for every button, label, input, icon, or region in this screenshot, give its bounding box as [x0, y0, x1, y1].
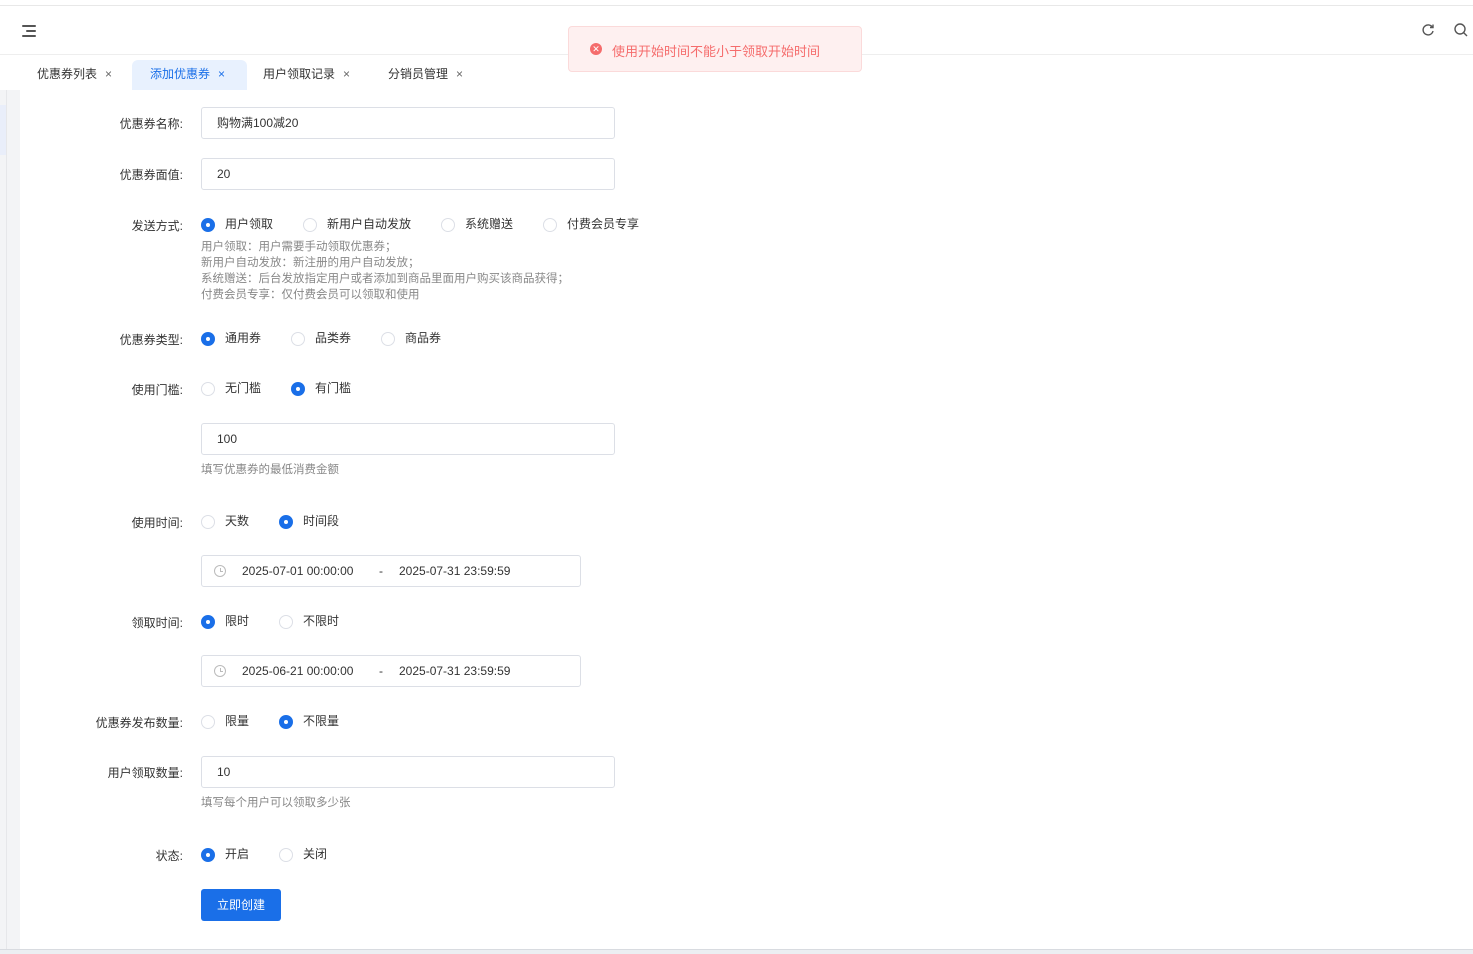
- receive-start-date: 2025-06-21 00:00:00: [242, 664, 354, 678]
- issue-quantity-label: 优惠券发布数量:: [95, 716, 183, 730]
- tab-coupon-list[interactable]: 优惠券列表 ×: [19, 60, 112, 90]
- bottom-border: [0, 949, 1473, 954]
- radio-unlimited-time[interactable]: 不限时: [279, 614, 339, 630]
- coupon-type-label: 优惠券类型:: [119, 333, 183, 347]
- clock-icon: [214, 665, 226, 677]
- use-end-date: 2025-07-31 23:59:59: [399, 564, 511, 578]
- radio-no-threshold[interactable]: 无门槛: [201, 381, 261, 397]
- tab-label: 分销员管理: [388, 67, 449, 81]
- range-separator: -: [379, 564, 383, 578]
- radio-general[interactable]: 通用券: [201, 331, 261, 347]
- clock-icon: [214, 565, 226, 577]
- radio-days[interactable]: 天数: [201, 514, 249, 530]
- tab-close-icon[interactable]: ×: [456, 67, 463, 81]
- face-value-label: 优惠券面值:: [119, 168, 183, 182]
- error-toast: ✕ 使用开始时间不能小于领取开始时间: [568, 26, 862, 72]
- face-value-input[interactable]: 20: [201, 158, 615, 190]
- send-hint-3: 系统赠送：后台发放指定用户或者添加到商品里面用户购买该商品获得；: [201, 273, 569, 285]
- status-label: 状态:: [155, 849, 183, 863]
- radio-new-user-auto[interactable]: 新用户自动发放: [303, 217, 411, 233]
- tab-close-icon[interactable]: ×: [105, 67, 112, 81]
- menu-toggle-icon[interactable]: [22, 25, 36, 37]
- radio-paid-member[interactable]: 付费会员专享: [543, 217, 639, 233]
- radio-user-claim[interactable]: 用户领取: [201, 217, 273, 233]
- range-separator: -: [379, 664, 383, 678]
- tab-close-icon[interactable]: ×: [343, 67, 350, 81]
- radio-category[interactable]: 品类券: [291, 331, 351, 347]
- radio-limited-time[interactable]: 限时: [201, 614, 249, 630]
- radio-limited-qty[interactable]: 限量: [201, 714, 249, 730]
- create-button[interactable]: 立即创建: [201, 889, 281, 921]
- threshold-hint: 填写优惠券的最低消费金额: [201, 464, 339, 476]
- radio-label: 新用户自动发放: [327, 217, 412, 231]
- radio-unlimited-qty[interactable]: 不限量: [279, 714, 339, 730]
- tab-add-coupon[interactable]: 添加优惠券 ×: [132, 60, 247, 90]
- refresh-icon[interactable]: [1420, 22, 1436, 38]
- radio-system-gift[interactable]: 系统赠送: [441, 217, 513, 233]
- radio-has-threshold[interactable]: 有门槛: [291, 381, 351, 397]
- error-icon: ✕: [590, 43, 602, 55]
- search-icon[interactable]: [1453, 22, 1469, 38]
- radio-enabled[interactable]: 开启: [201, 847, 249, 863]
- radio-product[interactable]: 商品券: [381, 331, 441, 347]
- threshold-amount-input[interactable]: 100: [201, 423, 615, 455]
- send-hint-1: 用户领取：用户需要手动领取优惠券；: [201, 241, 397, 253]
- use-time-label: 使用时间:: [131, 516, 183, 530]
- radio-label: 付费会员专享: [567, 217, 640, 231]
- toast-message: 使用开始时间不能小于领取开始时间: [612, 44, 821, 59]
- tab-label: 用户领取记录: [263, 67, 336, 81]
- send-hint-4: 付费会员专享：仅付费会员可以领取和使用: [201, 289, 420, 301]
- per-user-hint: 填写每个用户可以领取多少张: [201, 797, 351, 809]
- per-user-label: 用户领取数量:: [107, 766, 183, 780]
- threshold-label: 使用门槛:: [131, 383, 183, 397]
- tab-close-icon[interactable]: ×: [218, 67, 225, 81]
- receive-time-label: 领取时间:: [131, 616, 183, 630]
- tab-distributor[interactable]: 分销员管理 ×: [370, 60, 463, 90]
- receive-end-date: 2025-07-31 23:59:59: [399, 664, 511, 678]
- radio-period[interactable]: 时间段: [279, 514, 339, 530]
- use-time-range-picker[interactable]: 2025-07-01 00:00:00 - 2025-07-31 23:59:5…: [201, 555, 581, 587]
- tab-user-records[interactable]: 用户领取记录 ×: [245, 60, 350, 90]
- per-user-input[interactable]: 10: [201, 756, 615, 788]
- send-hint-2: 新用户自动发放：新注册的用户自动发放；: [201, 257, 420, 269]
- use-start-date: 2025-07-01 00:00:00: [242, 564, 354, 578]
- receive-time-range-picker[interactable]: 2025-06-21 00:00:00 - 2025-07-31 23:59:5…: [201, 655, 581, 687]
- tab-label: 添加优惠券: [150, 67, 211, 81]
- coupon-name-label: 优惠券名称:: [119, 117, 183, 131]
- radio-disabled[interactable]: 关闭: [279, 847, 327, 863]
- coupon-name-input[interactable]: 购物满100减20: [201, 107, 615, 139]
- tab-label: 优惠券列表: [37, 67, 98, 81]
- send-method-label: 发送方式:: [131, 219, 183, 233]
